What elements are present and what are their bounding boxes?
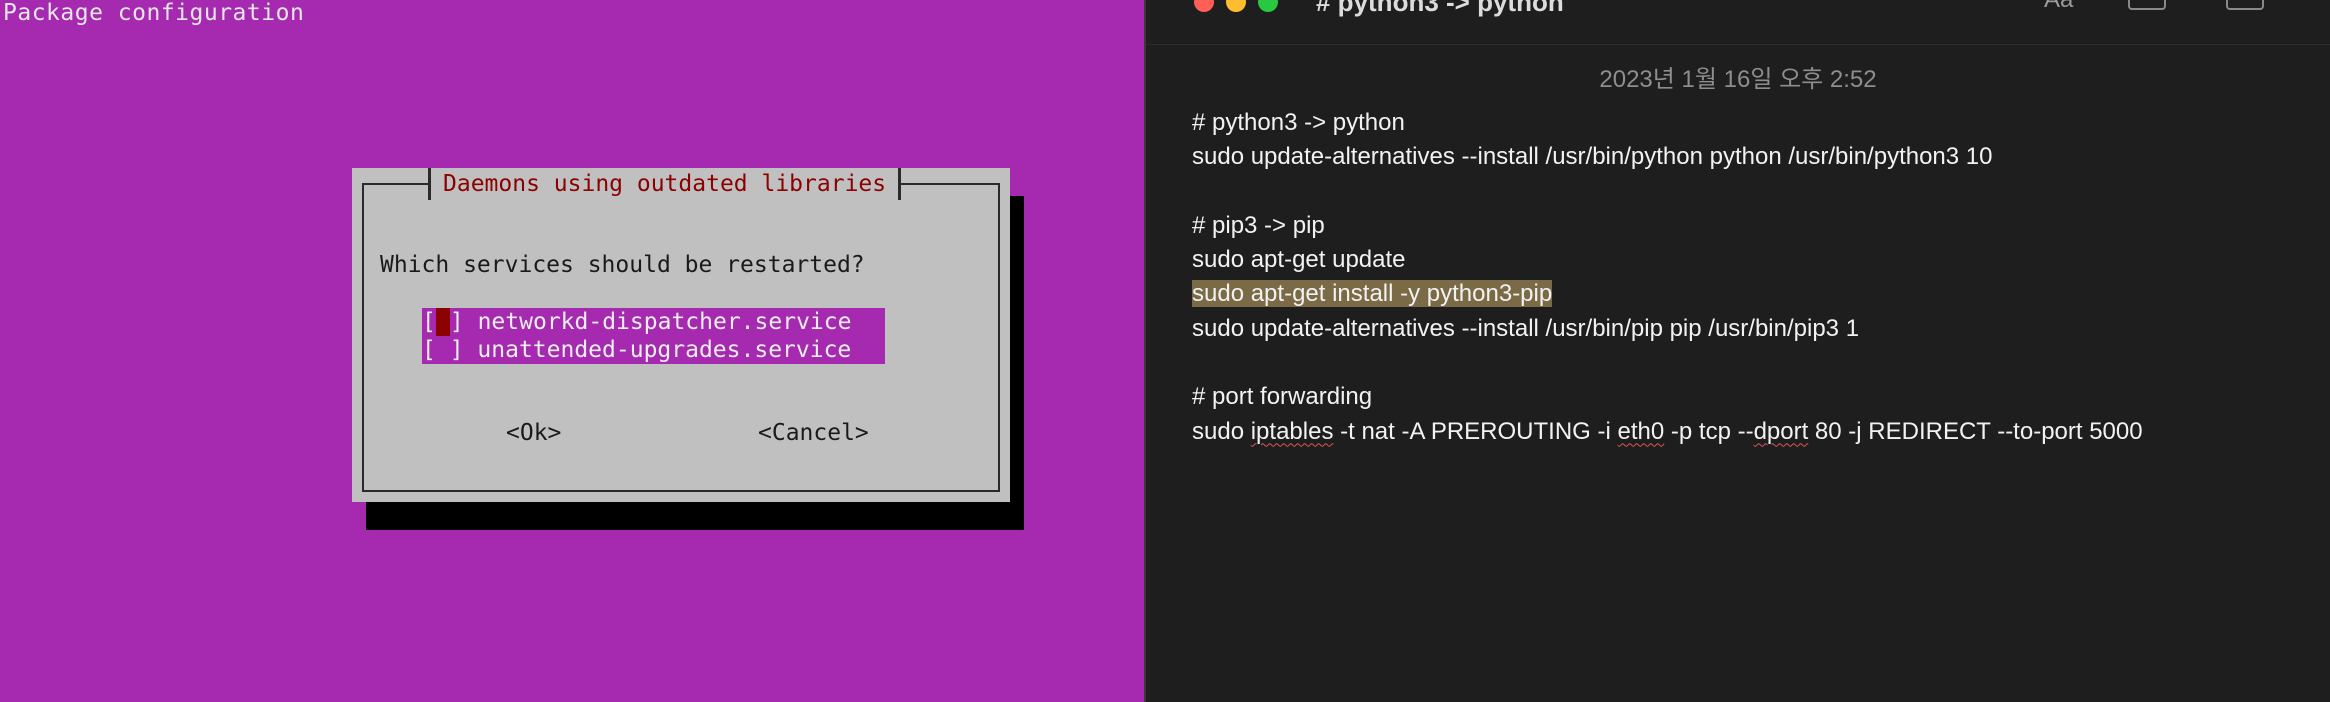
misspelled-word: iptables xyxy=(1250,417,1334,445)
note-line: # port forwarding xyxy=(1192,383,1373,411)
dialog-question: Which services should be restarted? xyxy=(380,252,865,278)
minimize-window-button[interactable] xyxy=(1226,0,1246,12)
note-line-selected: sudo apt-get install -y python3-pip xyxy=(1192,277,2320,311)
terminal-window: Package configuration Daemons using outd… xyxy=(0,0,1144,702)
maximize-window-button[interactable] xyxy=(1258,0,1278,12)
notes-window: # python3 -> python Aa 2023년 1월 16일 오후 2… xyxy=(1144,0,2330,702)
service-option-unattended-upgrades[interactable]: [ ] unattended-upgrades.service xyxy=(422,336,885,364)
toolbar-divider xyxy=(1146,44,2330,45)
checkbox[interactable]: [ ] xyxy=(422,336,464,364)
font-format-button[interactable]: Aa xyxy=(2044,0,2073,14)
text-segment: 80 -j REDIRECT --to-port 5000 xyxy=(1808,417,2143,445)
note-line: sudo update-alternatives --install /usr/… xyxy=(1192,314,1860,342)
service-label: unattended-upgrades.service xyxy=(477,337,852,363)
service-label: networkd-dispatcher.service xyxy=(477,309,852,335)
note-line: sudo update-alternatives --install /usr/… xyxy=(1192,143,1993,171)
misspelled-word: eth0 xyxy=(1617,417,1665,445)
note-line: sudo iptables -t nat -A PREROUTING -i et… xyxy=(1192,415,2320,449)
checkbox[interactable]: [_] xyxy=(422,308,464,336)
note-timestamp: 2023년 1월 16일 오후 2:52 xyxy=(1599,66,1877,93)
note-line: sudo apt-get update xyxy=(1192,246,1406,274)
dialog-title: Daemons using outdated libraries xyxy=(428,168,902,200)
note-line: # python3 -> python xyxy=(1192,109,1405,136)
share-icon[interactable] xyxy=(2128,0,2166,10)
window-title: # python3 -> python xyxy=(1316,0,1564,17)
service-option-networkd-dispatcher[interactable]: [_] networkd-dispatcher.service xyxy=(422,308,885,336)
text-segment: sudo xyxy=(1192,417,1251,445)
note-blank-line xyxy=(1192,175,2320,209)
selection-highlight: sudo apt-get install -y python3-pip xyxy=(1192,280,1553,308)
note-line: # pip3 -> pip xyxy=(1192,211,1325,239)
note-blank-line xyxy=(1192,346,2320,380)
restart-services-dialog: Daemons using outdated libraries Which s… xyxy=(352,168,1010,502)
cursor-block: _ xyxy=(435,308,450,336)
text-segment: -t nat -A PREROUTING -i xyxy=(1333,417,1618,445)
sidebar-toggle-icon[interactable] xyxy=(2226,0,2264,10)
close-window-button[interactable] xyxy=(1194,0,1214,12)
misspelled-word: dport xyxy=(1753,417,1809,445)
ok-button[interactable]: <Ok> xyxy=(506,420,561,446)
package-configuration-title: Package configuration xyxy=(3,0,305,26)
cancel-button[interactable]: <Cancel> xyxy=(758,420,869,446)
note-editor[interactable]: # python3 -> python sudo update-alternat… xyxy=(1192,106,2320,449)
text-segment: -p tcp -- xyxy=(1664,417,1754,445)
